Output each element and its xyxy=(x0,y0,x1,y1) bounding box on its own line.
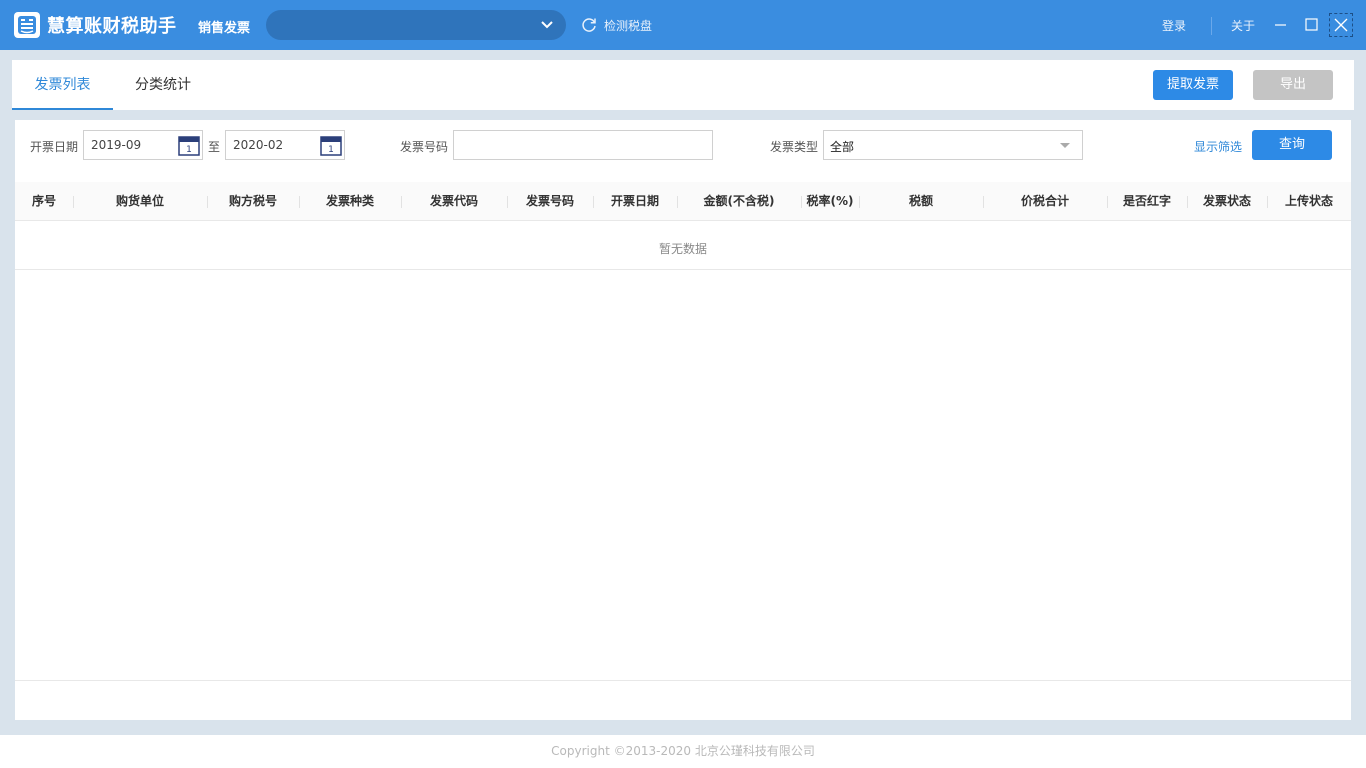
invoice-number-input[interactable] xyxy=(453,130,713,160)
calendar-icon[interactable]: 1 xyxy=(178,136,200,156)
tab-category-stats[interactable]: 分类统计 xyxy=(124,60,202,110)
invoice-list-panel: 开票日期 2019-09 1 至 2020-02 1 发票号码 发票类型 全部 … xyxy=(15,120,1351,720)
column-header[interactable]: 发票状态 xyxy=(1187,182,1267,221)
fetch-invoices-button[interactable]: 提取发票 xyxy=(1153,70,1233,100)
column-header[interactable]: 税额 xyxy=(859,182,983,221)
column-header[interactable]: 是否红字 xyxy=(1107,182,1187,221)
date-range-separator: 至 xyxy=(208,140,221,154)
about-link[interactable]: 关于 xyxy=(1231,17,1255,34)
tab-bar: 发票列表 分类统计 提取发票 导出 xyxy=(12,60,1354,110)
table-header: 序号 购货单位 购方税号 发票种类 发票代码 发票号码 开票日期 金额(不含税)… xyxy=(15,182,1351,221)
column-header[interactable]: 开票日期 xyxy=(593,182,677,221)
column-header[interactable]: 购方税号 xyxy=(207,182,299,221)
title-bar: 慧算账财税助手 销售发票 检测税盘 登录 关于 xyxy=(0,0,1366,50)
minimize-icon xyxy=(1275,24,1286,26)
close-button[interactable] xyxy=(1329,13,1353,37)
column-header[interactable]: 发票种类 xyxy=(299,182,401,221)
export-button[interactable]: 导出 xyxy=(1253,70,1333,100)
app-logo xyxy=(14,12,40,38)
detect-tax-disk-label: 检测税盘 xyxy=(604,18,653,33)
date-to-value: 2020-02 xyxy=(233,138,284,152)
column-header[interactable]: 序号 xyxy=(15,182,73,221)
logo-icon xyxy=(18,16,36,34)
calendar-day-text: 1 xyxy=(328,145,334,155)
column-header[interactable]: 购货单位 xyxy=(73,182,207,221)
empty-table-message: 暂无数据 xyxy=(15,221,1351,270)
date-to-input[interactable]: 2020-02 1 xyxy=(225,130,345,160)
calendar-icon[interactable]: 1 xyxy=(320,136,342,156)
invoice-number-label: 发票号码 xyxy=(400,140,449,154)
show-filter-link[interactable]: 显示筛选 xyxy=(1194,138,1242,155)
detect-tax-disk-button[interactable]: 检测税盘 xyxy=(580,16,652,34)
column-header[interactable]: 金额(不含税) xyxy=(677,182,801,221)
tab-invoice-list[interactable]: 发票列表 xyxy=(12,60,113,110)
invoice-type-value: 全部 xyxy=(830,140,855,154)
column-header[interactable]: 价税合计 xyxy=(983,182,1107,221)
module-title: 销售发票 xyxy=(198,21,251,36)
date-from-input[interactable]: 2019-09 1 xyxy=(83,130,203,160)
app-title: 慧算账财税助手 xyxy=(47,16,177,37)
column-header[interactable]: 上传状态 xyxy=(1267,182,1351,221)
chevron-down-icon xyxy=(541,21,553,29)
maximize-icon xyxy=(1305,18,1318,31)
column-header[interactable]: 税率(%) xyxy=(801,182,859,221)
table-footer-divider xyxy=(15,680,1351,681)
date-from-value: 2019-09 xyxy=(91,138,142,152)
invoice-type-select[interactable]: 全部 xyxy=(823,130,1083,160)
column-header[interactable]: 发票号码 xyxy=(507,182,593,221)
minimize-button[interactable] xyxy=(1268,14,1292,36)
copyright-footer: Copyright ©2013-2020 北京公瑾科技有限公司 xyxy=(0,735,1366,768)
caret-down-icon xyxy=(1060,143,1070,148)
query-button[interactable]: 查询 xyxy=(1252,130,1332,160)
titlebar-divider xyxy=(1211,17,1212,35)
close-icon xyxy=(1334,18,1348,32)
invoice-type-label: 发票类型 xyxy=(770,140,819,154)
date-label: 开票日期 xyxy=(30,140,79,154)
refresh-icon xyxy=(582,18,596,32)
calendar-day-text: 1 xyxy=(186,145,192,155)
company-select[interactable] xyxy=(266,10,566,40)
login-link[interactable]: 登录 xyxy=(1162,17,1186,34)
column-header[interactable]: 发票代码 xyxy=(401,182,507,221)
maximize-button[interactable] xyxy=(1299,14,1323,36)
